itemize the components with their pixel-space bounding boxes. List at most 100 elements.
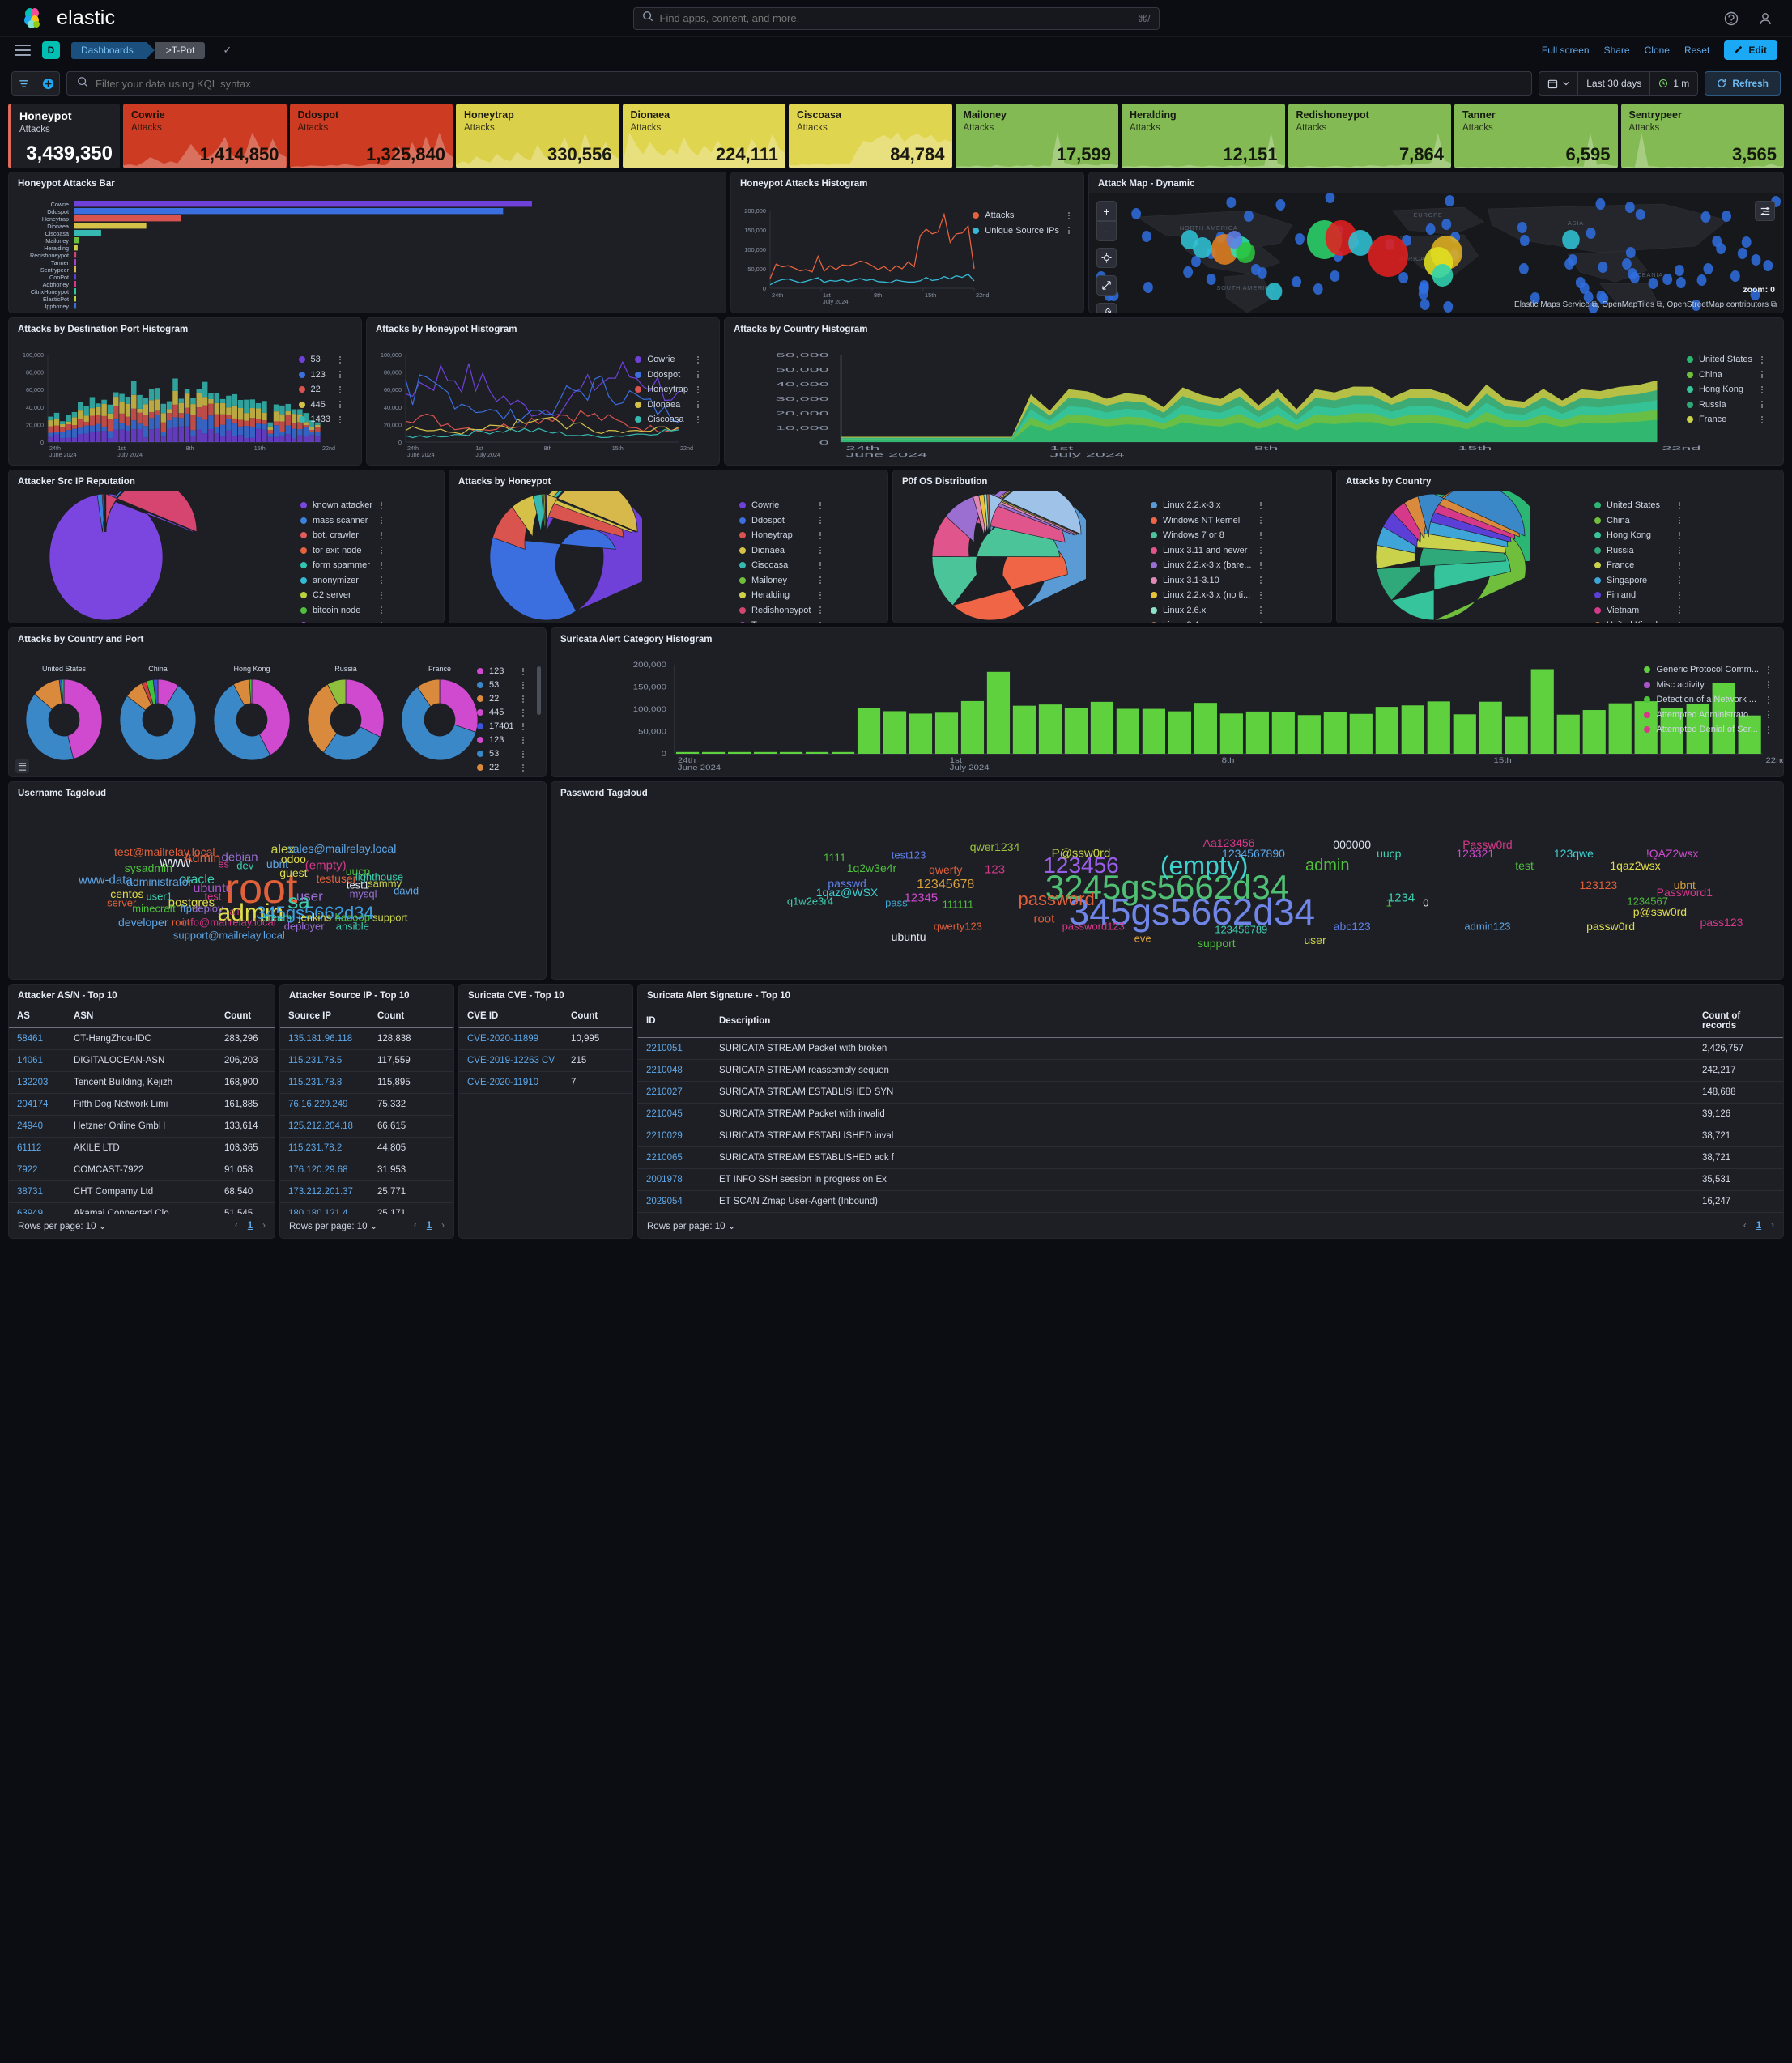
legend-actions-icon[interactable] bbox=[1065, 227, 1072, 234]
table-row[interactable]: 61112 AKILE LTD 103,365 bbox=[9, 1137, 275, 1159]
table-cell[interactable]: 176.120.29.68 bbox=[280, 1159, 369, 1181]
legend-item[interactable]: Cowrie bbox=[739, 500, 824, 510]
legend-item[interactable]: 53 bbox=[298, 355, 343, 364]
metric-card-tanner[interactable]: Tanner Attacks 6,595 bbox=[1454, 104, 1618, 168]
tag-word[interactable]: 000000 bbox=[1333, 839, 1371, 850]
legend-item[interactable]: C2 server bbox=[300, 590, 385, 600]
legend-item[interactable]: Ciscoasa bbox=[635, 415, 701, 424]
table-row[interactable]: 63949 Akamai Connected Clo 51,545 bbox=[9, 1202, 275, 1214]
legend-actions-icon[interactable] bbox=[816, 606, 824, 614]
legend-actions-icon[interactable] bbox=[520, 708, 527, 717]
legend-item[interactable]: Singapore bbox=[1594, 576, 1683, 585]
tag-word[interactable]: 1111 bbox=[824, 852, 846, 863]
legend-item[interactable]: Linux 2.4.x bbox=[1151, 620, 1264, 623]
metric-card-sentrypeer[interactable]: Sentrypeer Attacks 3,565 bbox=[1620, 104, 1784, 168]
table-row[interactable]: 2210029 SURICATA STREAM ESTABLISHED inval… bbox=[638, 1125, 1783, 1147]
table-row[interactable]: 76.16.229.249 75,332 bbox=[280, 1093, 453, 1116]
global-search-input[interactable] bbox=[659, 12, 1132, 24]
tag-word[interactable]: qwerty bbox=[929, 864, 962, 875]
legend-actions-icon[interactable] bbox=[378, 606, 385, 614]
legend-item[interactable]: 123 bbox=[477, 735, 527, 745]
map-layers-icon-button[interactable] bbox=[1755, 201, 1775, 221]
next-page-button[interactable]: › bbox=[262, 1221, 266, 1231]
table-cell[interactable]: CVE-2019-12263 CV bbox=[459, 1049, 564, 1072]
table-cell[interactable]: 2210029 bbox=[638, 1125, 711, 1147]
refresh-button[interactable]: Refresh bbox=[1705, 71, 1781, 96]
page-number[interactable]: 1 bbox=[248, 1221, 253, 1231]
table-row[interactable]: 2210065 SURICATA STREAM ESTABLISHED ack f… bbox=[638, 1146, 1783, 1169]
tag-word[interactable]: 1qaz2wsx bbox=[1610, 860, 1660, 871]
tag-word[interactable]: ali bbox=[229, 907, 239, 917]
legend-item[interactable]: Mailoney bbox=[739, 576, 824, 585]
global-search[interactable]: ⌘/ bbox=[632, 6, 1160, 30]
legend-item[interactable]: United Kingdom bbox=[1594, 620, 1683, 623]
legend-actions-icon[interactable] bbox=[336, 355, 343, 364]
legend-item[interactable]: Vietnam bbox=[1594, 606, 1683, 615]
table-row[interactable]: 24940 Hetzner Online GmbH 133,614 bbox=[9, 1115, 275, 1138]
table-cell[interactable]: 2210027 bbox=[638, 1081, 711, 1104]
help-icon[interactable] bbox=[1724, 11, 1739, 26]
tag-word[interactable]: user bbox=[296, 889, 323, 903]
table-cell[interactable]: 132203 bbox=[9, 1071, 66, 1094]
attacks-by-country-histogram-chart[interactable]: 0 10,000 20,000 30,000 40,000 50,000 60,000 24t… bbox=[725, 338, 1783, 465]
legend-actions-icon[interactable] bbox=[1764, 681, 1772, 688]
table-cell[interactable]: 204174 bbox=[9, 1093, 66, 1116]
tag-word[interactable]: admin123 bbox=[1464, 921, 1510, 931]
legend-actions-icon[interactable] bbox=[1675, 531, 1683, 539]
table-row[interactable]: 58461 CT-HangZhou-IDC 283,296 bbox=[9, 1027, 275, 1050]
legend-actions-icon[interactable] bbox=[1758, 401, 1765, 408]
table-cell[interactable]: 2210045 bbox=[638, 1103, 711, 1125]
legend-actions-icon[interactable] bbox=[1758, 355, 1765, 364]
legend-actions-icon[interactable] bbox=[1257, 547, 1264, 554]
legend-item[interactable]: form spammer bbox=[300, 560, 385, 570]
metric-card-ddospot[interactable]: Ddospot Attacks 1,325,840 bbox=[289, 104, 453, 168]
table-cell[interactable]: 2210065 bbox=[638, 1146, 711, 1169]
legend-actions-icon[interactable] bbox=[1257, 606, 1264, 614]
prev-page-button[interactable]: ‹ bbox=[235, 1221, 238, 1231]
metric-card-honeytrap[interactable]: Honeytrap Attacks 330,556 bbox=[456, 104, 619, 168]
legend-item[interactable]: Cowrie bbox=[635, 355, 701, 364]
tag-word[interactable]: test@mailrelay.local bbox=[114, 846, 215, 857]
tag-word[interactable]: uucp bbox=[1377, 848, 1401, 859]
breadcrumb-dashboards[interactable]: Dashboards bbox=[71, 41, 155, 59]
table-cell[interactable]: 115.231.78.8 bbox=[280, 1071, 369, 1094]
tag-word[interactable]: david bbox=[394, 886, 419, 896]
tag-word[interactable]: deployer bbox=[284, 921, 325, 931]
p0f-os-distribution-pie[interactable]: Linux 2.2.x-3.x Windows NT kernel Windows … bbox=[893, 491, 1331, 623]
legend-item[interactable]: Linux 2.2.x-3.x (bare... bbox=[1151, 560, 1264, 570]
edit-button[interactable]: Edit bbox=[1724, 40, 1777, 60]
tag-word[interactable]: password bbox=[1019, 890, 1095, 908]
legend-actions-icon[interactable] bbox=[1257, 591, 1264, 599]
legend-item[interactable]: 445 bbox=[477, 708, 527, 717]
legend-item[interactable]: known attacker bbox=[300, 500, 385, 510]
table-cell[interactable]: 2210051 bbox=[638, 1037, 711, 1060]
wrench-icon-button[interactable] bbox=[1096, 303, 1117, 313]
legend-item[interactable]: anonymizer bbox=[300, 576, 385, 585]
legend-actions-icon[interactable] bbox=[1675, 501, 1683, 509]
user-avatar-icon[interactable] bbox=[1758, 11, 1773, 26]
legend-actions-icon[interactable] bbox=[1764, 725, 1772, 734]
legend-item[interactable]: Russia bbox=[1686, 400, 1765, 410]
legend-actions-icon[interactable] bbox=[1758, 385, 1765, 393]
legend-actions-icon[interactable] bbox=[816, 547, 824, 554]
legend-actions-icon[interactable] bbox=[1764, 711, 1772, 718]
tag-word[interactable]: minecraft bbox=[132, 903, 175, 913]
legend-actions-icon[interactable] bbox=[816, 621, 824, 623]
legend-item[interactable]: Ciscoasa bbox=[739, 560, 824, 570]
tag-word[interactable]: developer bbox=[118, 917, 168, 928]
table-row[interactable]: 135.181.96.118 128,838 bbox=[280, 1027, 453, 1050]
signature-table[interactable]: ID Description Count of records 2210051 SURI… bbox=[638, 1005, 1783, 1214]
legend-item[interactable]: 22 bbox=[298, 385, 343, 394]
tag-word[interactable]: 12345 bbox=[904, 891, 938, 904]
table-cell[interactable]: 14061 bbox=[9, 1049, 66, 1072]
legend-item[interactable]: Detection of a Network ... bbox=[1644, 695, 1772, 704]
legend-item[interactable]: Hong Kong bbox=[1686, 385, 1765, 394]
legend-item[interactable]: bot, crawler bbox=[300, 530, 385, 540]
legend-actions-icon[interactable] bbox=[336, 371, 343, 378]
prev-page-button[interactable]: ‹ bbox=[414, 1221, 417, 1231]
tag-word[interactable]: root bbox=[1033, 912, 1054, 925]
legend-item[interactable]: 445 bbox=[298, 400, 343, 410]
tag-word[interactable]: support bbox=[1198, 938, 1236, 949]
legend-item[interactable]: France bbox=[1686, 415, 1765, 424]
table-row[interactable]: 180.180.121.4 25,171 bbox=[280, 1202, 453, 1214]
